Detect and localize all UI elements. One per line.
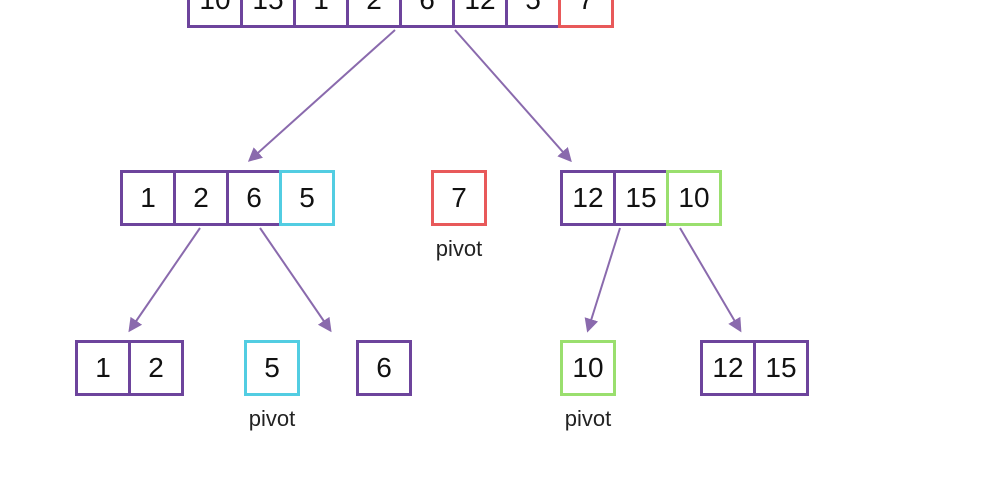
cell: 15 [240,0,296,28]
cell: 15 [613,170,669,226]
pivot-label: pivot [244,406,300,432]
cell: 2 [173,170,229,226]
arrow [588,228,620,330]
cell: 12 [700,340,756,396]
arrow [680,228,740,330]
cell: 6 [399,0,455,28]
cell: 6 [356,340,412,396]
cell: 5 [505,0,561,28]
cell: 1 [293,0,349,28]
array-right: 121510 [560,170,722,226]
arrow [130,228,200,330]
cell: 12 [560,170,616,226]
cell: 10 [560,340,616,396]
pivot-label: pivot [560,406,616,432]
cell: 7 [431,170,487,226]
cell: 2 [128,340,184,396]
cell: 10 [187,0,243,28]
cell: 1 [120,170,176,226]
cell: 5 [244,340,300,396]
arrow [455,30,570,160]
cell: 6 [226,170,282,226]
array-l12: 12 [75,340,184,396]
array-pivot5: 5 [244,340,300,396]
cell: 5 [279,170,335,226]
quicksort-diagram: 1015126125712657pivot121510125pivot610pi… [0,0,1000,500]
cell: 1 [75,340,131,396]
cell: 15 [753,340,809,396]
cell: 10 [666,170,722,226]
cell: 12 [452,0,508,28]
array-root: 10151261257 [187,0,614,28]
arrow [260,228,330,330]
cell: 7 [558,0,614,28]
array-l6: 6 [356,340,412,396]
cell: 2 [346,0,402,28]
arrow [250,30,395,160]
array-pivot7: 7 [431,170,487,226]
array-left: 1265 [120,170,335,226]
array-r1215: 1215 [700,340,809,396]
arrows-layer [0,0,1000,500]
pivot-label: pivot [431,236,487,262]
array-pivot10: 10 [560,340,616,396]
